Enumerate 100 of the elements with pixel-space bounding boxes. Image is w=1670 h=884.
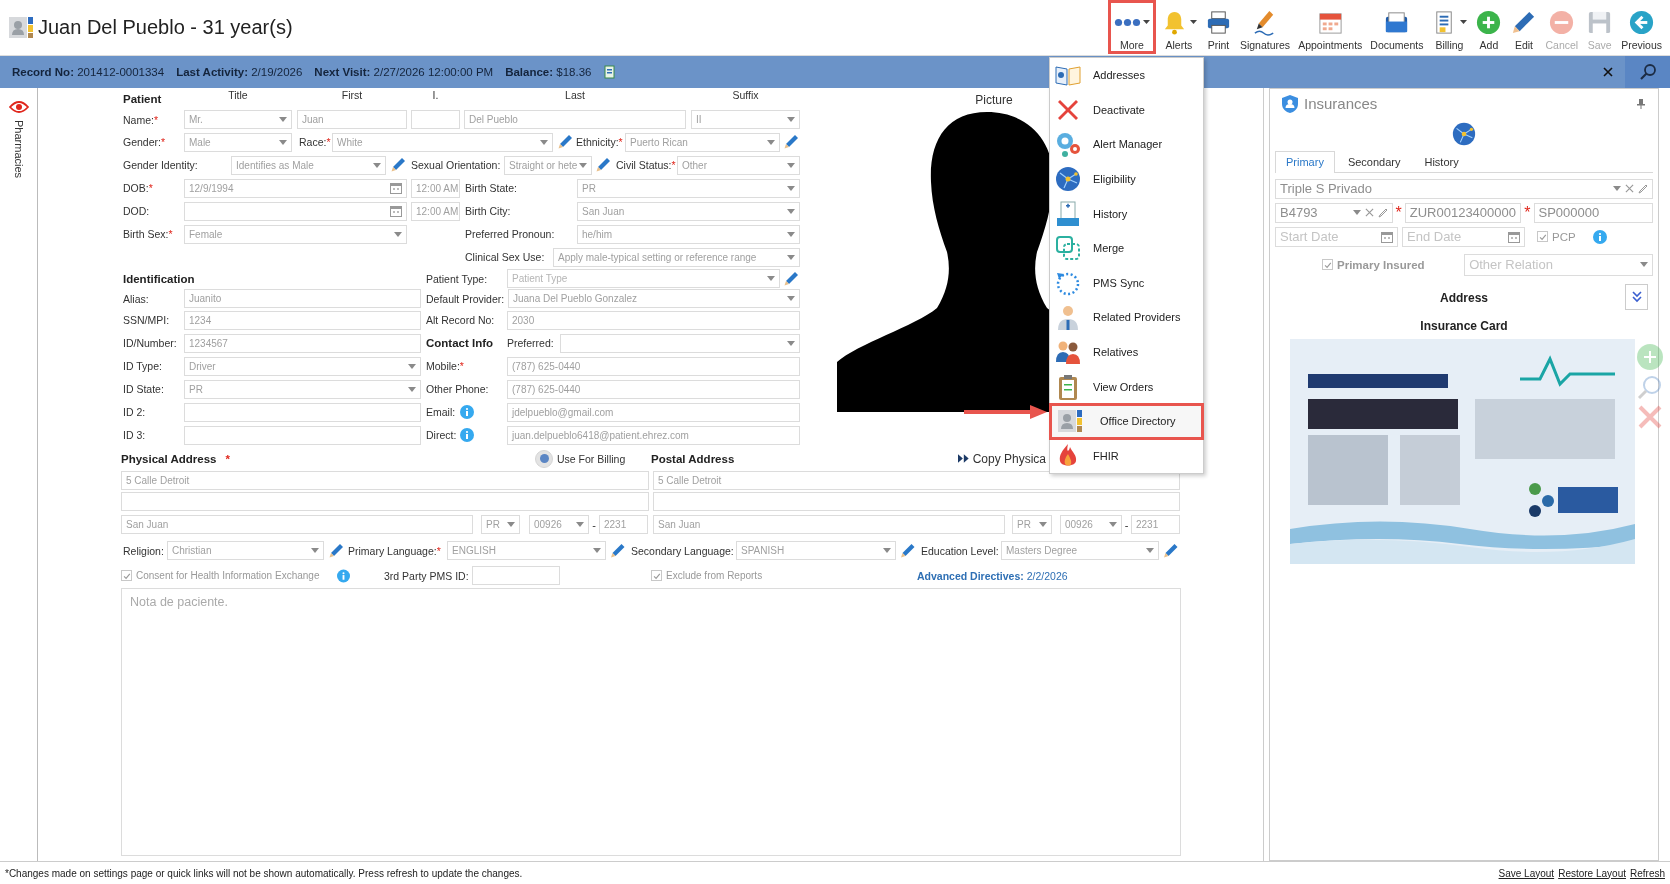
text-field[interactable]: 2231: [1131, 515, 1180, 535]
text-field[interactable]: San Juan: [653, 515, 1005, 535]
dropdown[interactable]: Apply male-typical setting or reference range: [553, 247, 800, 267]
dropdown[interactable]: Other: [677, 155, 800, 175]
text-field[interactable]: jdelpueblo@gmail.com: [507, 402, 800, 422]
text-field[interactable]: ZUR00123400000: [1404, 202, 1522, 223]
toolbar-button[interactable]: Edit: [1507, 0, 1541, 55]
menu-item[interactable]: Relatives: [1050, 334, 1203, 370]
directives-link[interactable]: Advanced Directives: 2/2/2026: [917, 569, 1077, 582]
toolbar-button[interactable]: Documents: [1367, 0, 1427, 55]
footer-link[interactable]: Save Layout: [1498, 867, 1555, 879]
pencil-icon[interactable]: [390, 157, 406, 174]
toolbar-button[interactable]: Signatures: [1236, 0, 1294, 55]
globe-icon[interactable]: [1451, 120, 1477, 147]
calendar-icon[interactable]: [390, 182, 402, 195]
info-icon[interactable]: [337, 568, 350, 583]
date-field[interactable]: End Date: [1402, 226, 1525, 247]
dropdown[interactable]: PR: [577, 178, 800, 198]
menu-item[interactable]: Alert Manager: [1050, 127, 1203, 162]
date-field[interactable]: Start Date: [1275, 226, 1398, 247]
pencil-icon[interactable]: [783, 134, 799, 151]
search-icon[interactable]: [1637, 373, 1663, 400]
clear-icon[interactable]: [1364, 208, 1374, 218]
clear-icon[interactable]: [1625, 184, 1634, 194]
text-field[interactable]: [472, 566, 560, 586]
menu-item[interactable]: Addresses: [1050, 58, 1203, 93]
eye-icon[interactable]: [8, 99, 29, 114]
dropdown[interactable]: Female: [184, 224, 407, 244]
text-field[interactable]: San Juan: [121, 515, 473, 535]
pencil-icon[interactable]: [328, 542, 344, 559]
text-field[interactable]: Juanito: [184, 289, 421, 309]
dropdown[interactable]: B4793: [1275, 202, 1393, 223]
close-icon[interactable]: [1603, 66, 1613, 77]
dropdown[interactable]: SPANISH: [736, 541, 896, 561]
dropdown[interactable]: Puerto Rican: [625, 132, 780, 152]
dropdown[interactable]: PR: [481, 515, 520, 535]
calendar-icon[interactable]: [1381, 230, 1393, 243]
text-field[interactable]: Del Pueblo: [464, 110, 686, 130]
dropdown[interactable]: White: [332, 132, 553, 152]
dropdown[interactable]: Straight or hete: [504, 155, 592, 175]
toolbar-button[interactable]: Add: [1472, 0, 1506, 55]
toolbar-button[interactable]: Billing: [1428, 0, 1471, 55]
dropdown[interactable]: he/him: [577, 224, 800, 244]
expand-button[interactable]: [1625, 283, 1648, 310]
menu-item[interactable]: Eligibility: [1050, 161, 1203, 197]
footer-link[interactable]: Refresh: [1630, 867, 1665, 879]
text-field[interactable]: [653, 492, 1180, 512]
dropdown[interactable]: PR: [1012, 515, 1052, 535]
dropdown[interactable]: Other Relation: [1464, 253, 1653, 276]
toolbar-button[interactable]: Alerts: [1157, 0, 1200, 55]
checkbox[interactable]: [651, 570, 662, 582]
add-icon[interactable]: [1637, 343, 1663, 370]
checkbox[interactable]: [1322, 259, 1333, 271]
pin-icon[interactable]: [1637, 98, 1645, 109]
toolbar-button[interactable]: More: [1107, 0, 1156, 55]
text-field[interactable]: 5 Calle Detroit: [121, 471, 649, 491]
pencil-icon[interactable]: [899, 542, 916, 559]
info-icon[interactable]: [460, 428, 474, 443]
menu-item[interactable]: PMS Sync: [1050, 265, 1203, 301]
dropdown[interactable]: Driver: [184, 356, 421, 376]
toolbar-button[interactable]: Print: [1201, 0, 1235, 55]
text-field[interactable]: (787) 625-0440: [507, 379, 800, 399]
radio-button[interactable]: [535, 449, 553, 468]
tab[interactable]: History: [1413, 150, 1470, 173]
footer-link[interactable]: Restore Layout: [1558, 867, 1626, 879]
text-field[interactable]: [121, 492, 649, 512]
date-field[interactable]: [184, 201, 407, 221]
text-field[interactable]: 2231: [599, 515, 648, 535]
menu-item[interactable]: Related Providers: [1050, 300, 1203, 335]
search-button[interactable]: [1625, 55, 1670, 88]
dropdown[interactable]: San Juan: [577, 201, 800, 221]
pencil-icon[interactable]: [1377, 207, 1388, 218]
text-field[interactable]: (787) 625-0440: [507, 356, 800, 376]
checkbox[interactable]: [121, 570, 132, 582]
dropdown[interactable]: Identifies as Male: [231, 155, 386, 175]
pencil-icon[interactable]: [595, 157, 611, 174]
toolbar-button[interactable]: Appointments: [1295, 0, 1366, 55]
info-icon[interactable]: [1592, 229, 1607, 244]
document-icon[interactable]: [603, 64, 618, 79]
menu-item[interactable]: History: [1050, 196, 1203, 231]
menu-item[interactable]: Office Directory: [1050, 403, 1203, 439]
text-field[interactable]: 12:00 AM: [411, 178, 460, 198]
checkbox[interactable]: [1537, 231, 1548, 243]
pencil-icon[interactable]: [557, 134, 573, 151]
menu-item[interactable]: Merge: [1050, 230, 1203, 266]
dropdown[interactable]: ENGLISH: [447, 541, 606, 561]
menu-item[interactable]: View Orders: [1050, 369, 1203, 404]
copy-address-button[interactable]: Copy Physica: [958, 451, 1046, 466]
text-field[interactable]: 2030: [507, 310, 800, 330]
dropdown[interactable]: 00926: [1060, 515, 1122, 535]
text-field[interactable]: [411, 110, 460, 130]
text-field[interactable]: 5 Calle Detroit: [653, 471, 1180, 491]
dropdown[interactable]: Mr.: [184, 110, 292, 130]
date-field[interactable]: 12/9/1994: [184, 178, 407, 198]
dropdown[interactable]: Triple S Privado: [1275, 178, 1653, 199]
menu-item[interactable]: Deactivate: [1050, 92, 1203, 128]
text-field[interactable]: juan.delpueblo6418@patient.ehrez.com: [507, 425, 800, 445]
calendar-icon[interactable]: [1508, 230, 1520, 243]
dropdown[interactable]: Male: [184, 132, 292, 152]
side-tab[interactable]: Pharmacies: [12, 119, 25, 178]
